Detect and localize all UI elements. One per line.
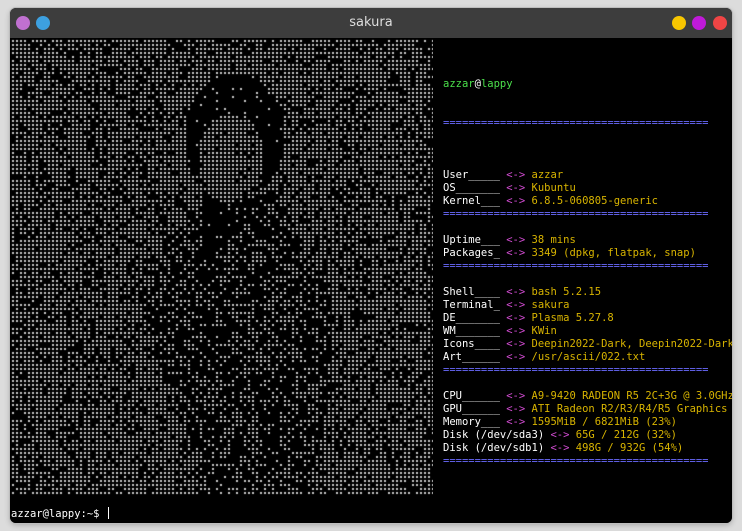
maximize-icon[interactable] bbox=[692, 16, 706, 30]
arrow: <-> bbox=[550, 429, 570, 441]
info-key: Uptime___ bbox=[443, 234, 500, 246]
info-row: GPU______ <-> ATI Radeon R2/R3/R4/R5 Gra… bbox=[443, 403, 732, 416]
separator: ========================================… bbox=[443, 364, 709, 376]
info-value: azzar bbox=[531, 169, 564, 181]
user-host-line: azzar@lappy bbox=[443, 78, 732, 91]
arrow: <-> bbox=[506, 403, 526, 415]
arrow: <-> bbox=[506, 247, 526, 259]
separator: ========================================… bbox=[443, 455, 709, 467]
info-row: Terminal_ <-> sakura bbox=[443, 299, 732, 312]
info-value: KWin bbox=[531, 325, 557, 337]
info-key: Disk (/dev/sda3) bbox=[443, 429, 545, 441]
window-title: sakura bbox=[349, 15, 393, 30]
info-key: Memory___ bbox=[443, 416, 500, 428]
info-key: Terminal_ bbox=[443, 299, 500, 311]
info-key: WM_______ bbox=[443, 325, 500, 337]
info-row: Disk (/dev/sda3) <-> 65G / 212G (32%) bbox=[443, 429, 732, 442]
terminal-window: sakura azzar@lappy =====================… bbox=[10, 8, 732, 523]
info-value: bash 5.2.15 bbox=[531, 286, 602, 298]
info-key: GPU______ bbox=[443, 403, 500, 415]
info-key: OS_______ bbox=[443, 182, 500, 194]
username: azzar bbox=[443, 78, 475, 90]
info-value: Deepin2022-Dark, Deepin2022-Dark bbox=[531, 338, 732, 350]
info-row: Shell____ <-> bash 5.2.15 bbox=[443, 286, 732, 299]
arrow: <-> bbox=[506, 351, 526, 363]
titlebar[interactable]: sakura bbox=[10, 8, 732, 38]
info-key: User_____ bbox=[443, 169, 500, 181]
arrow: <-> bbox=[506, 338, 526, 350]
info-row: User_____ <-> azzar bbox=[443, 169, 732, 182]
info-row: WM_______ <-> KWin bbox=[443, 325, 732, 338]
info-key: Shell____ bbox=[443, 286, 500, 298]
info-value: /usr/ascii/022.txt bbox=[531, 351, 646, 363]
info-value: 3349 (dpkg, flatpak, snap) bbox=[531, 247, 696, 259]
info-value: sakura bbox=[531, 299, 570, 311]
info-row: Kernel___ <-> 6.8.5-060805-generic bbox=[443, 195, 732, 208]
arrow: <-> bbox=[506, 169, 526, 181]
arrow: <-> bbox=[506, 182, 526, 194]
terminal-area[interactable]: azzar@lappy ============================… bbox=[10, 38, 732, 523]
info-row: Packages_ <-> 3349 (dpkg, flatpak, snap) bbox=[443, 247, 732, 260]
info-row: Art______ <-> /usr/ascii/022.txt bbox=[443, 351, 732, 364]
prompt-text: azzar@lappy:~$ bbox=[11, 508, 106, 520]
info-groups: User_____ <-> azzar OS_______ <-> Kubuntu… bbox=[443, 156, 732, 468]
info-value: 498G / 932G (54%) bbox=[575, 442, 684, 454]
arrow: <-> bbox=[506, 325, 526, 337]
info-row: DE_______ <-> Plasma 5.27.8 bbox=[443, 312, 732, 325]
info-row: Icons____ <-> Deepin2022-Dark, Deepin202… bbox=[443, 338, 732, 351]
info-value: 38 mins bbox=[531, 234, 576, 246]
separator: ========================================… bbox=[443, 260, 709, 272]
arrow: <-> bbox=[550, 442, 570, 454]
info-value: Kubuntu bbox=[531, 182, 576, 194]
info-row: Uptime___ <-> 38 mins bbox=[443, 234, 732, 247]
arrow: <-> bbox=[506, 312, 526, 324]
info-key: Kernel___ bbox=[443, 195, 500, 207]
info-key: Icons____ bbox=[443, 338, 500, 350]
info-value: ATI Radeon R2/R3/R4/R5 Graphics bbox=[531, 403, 728, 415]
separator: ========================================… bbox=[443, 117, 709, 129]
close-icon[interactable] bbox=[713, 16, 727, 30]
system-info: azzar@lappy ============================… bbox=[443, 52, 732, 494]
ascii-art-portrait bbox=[11, 39, 433, 495]
info-row: OS_______ <-> Kubuntu bbox=[443, 182, 732, 195]
arrow: <-> bbox=[506, 390, 526, 402]
hostname: lappy bbox=[480, 78, 513, 90]
info-key: Disk (/dev/sdb1) bbox=[443, 442, 545, 454]
info-key: Art______ bbox=[443, 351, 500, 363]
info-row: CPU______ <-> A9-9420 RADEON R5 2C+3G @ … bbox=[443, 390, 732, 403]
arrow: <-> bbox=[506, 195, 526, 207]
separator: ========================================… bbox=[443, 208, 709, 220]
info-key: DE_______ bbox=[443, 312, 500, 324]
info-key: CPU______ bbox=[443, 390, 500, 402]
arrow: <-> bbox=[506, 234, 526, 246]
shell-prompt[interactable]: azzar@lappy:~$ bbox=[11, 507, 109, 521]
arrow: <-> bbox=[506, 286, 526, 298]
info-value: 6.8.5-060805-generic bbox=[531, 195, 658, 207]
info-row: Memory___ <-> 1595MiB / 6821MiB (23%) bbox=[443, 416, 732, 429]
info-value: 1595MiB / 6821MiB (23%) bbox=[531, 416, 677, 428]
text-cursor bbox=[107, 507, 109, 519]
info-key: Packages_ bbox=[443, 247, 500, 259]
info-value: 65G / 212G (32%) bbox=[575, 429, 677, 441]
arrow: <-> bbox=[506, 416, 526, 428]
info-row: Disk (/dev/sdb1) <-> 498G / 932G (54%) bbox=[443, 442, 732, 455]
info-value: A9-9420 RADEON R5 2C+3G @ 3.0GHz bbox=[531, 390, 732, 402]
info-value: Plasma 5.27.8 bbox=[531, 312, 614, 324]
arrow: <-> bbox=[506, 299, 526, 311]
minimize-icon[interactable] bbox=[672, 16, 686, 30]
